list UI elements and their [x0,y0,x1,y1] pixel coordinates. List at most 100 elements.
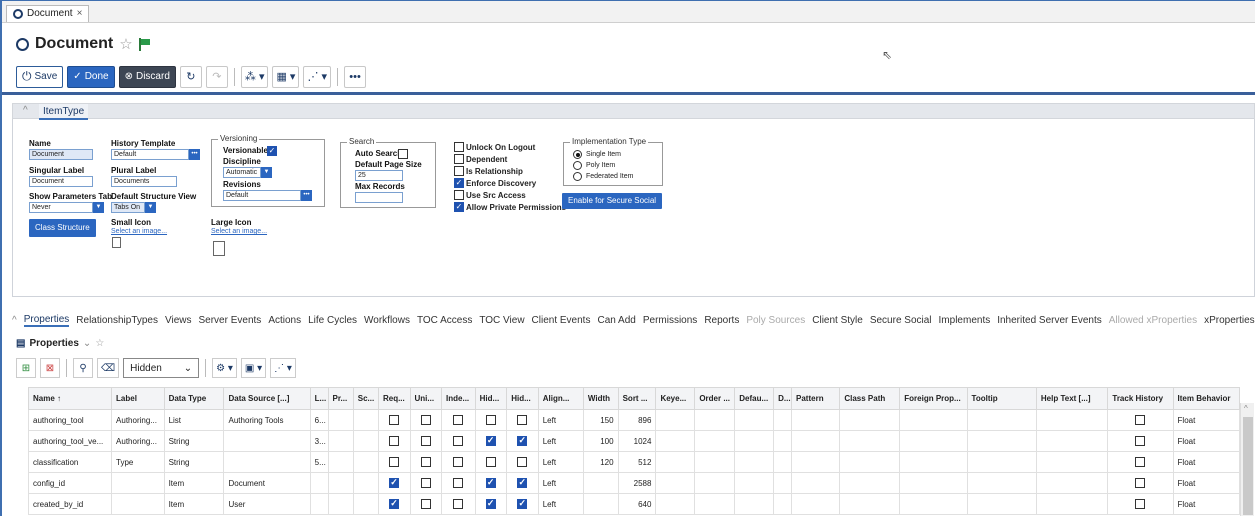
collapse-icon[interactable]: ^ [12,315,17,326]
table-cell[interactable] [352,472,379,494]
unlock-on-logout-checkbox[interactable] [454,142,464,152]
tab-1[interactable]: RelationshipTypes [76,315,158,326]
column-header[interactable]: Hid... [474,387,508,410]
table-cell[interactable]: String [163,451,225,473]
plural-label-field[interactable]: Documents [111,176,177,187]
chevron-down-icon[interactable]: ⌄ [83,338,91,349]
column-header[interactable]: Sort ... [617,387,657,410]
table-cell[interactable] [839,451,901,473]
table-cell[interactable] [773,493,793,515]
hid2-checkbox[interactable] [517,477,528,488]
track-checkbox[interactable] [1135,415,1146,425]
table-cell[interactable] [655,430,696,452]
table-cell[interactable]: Left [537,472,584,494]
tab-itemtype[interactable]: ItemType [39,104,89,120]
single-item-radio[interactable] [573,150,582,159]
table-cell[interactable] [694,451,736,473]
share-menu-icon[interactable]: ⋰ ▾ [303,65,332,88]
dependent-checkbox[interactable] [454,154,464,164]
table-cell[interactable] [327,430,354,452]
hid2-checkbox[interactable] [517,435,528,446]
enable-secure-social-button[interactable]: Enable for Secure Social [562,193,663,209]
tab-14[interactable]: Client Style [812,315,863,326]
redo-icon[interactable]: ↷ [205,65,228,88]
table-cell[interactable] [1035,430,1109,452]
table-cell[interactable]: authoring_tool [27,409,113,431]
table-cell[interactable]: 100 [582,430,619,452]
uni-checkbox[interactable] [420,499,431,509]
table-cell[interactable] [694,472,736,494]
table-cell[interactable] [327,493,354,515]
tab-11[interactable]: Permissions [643,315,697,326]
req-checkbox[interactable] [389,436,400,446]
table-cell[interactable]: 640 [617,493,657,515]
table-cell[interactable] [839,430,901,452]
column-header[interactable]: Req... [377,387,411,410]
table-cell[interactable]: Float [1172,451,1241,473]
uni-checkbox[interactable] [420,436,431,446]
revisions-field[interactable]: Default [223,190,301,201]
table-cell[interactable]: created_by_id [27,493,113,515]
table-cell[interactable]: 3... [309,430,329,452]
table-cell[interactable] [899,493,968,515]
tab-16[interactable]: Implements [939,315,991,326]
column-header[interactable]: Pattern [791,387,841,410]
table-row[interactable]: authoring_tool Authoring... List Authoring … [27,409,1241,431]
table-cell[interactable]: User [223,493,311,515]
table-cell[interactable] [111,493,165,515]
scroll-up-icon[interactable]: ^ [1244,404,1248,413]
table-cell[interactable] [791,493,841,515]
flag-icon[interactable] [138,37,150,51]
column-header[interactable]: D... [773,387,793,410]
req-checkbox[interactable] [389,457,400,467]
table-cell[interactable]: 6... [309,409,329,431]
table-cell[interactable]: Document [223,472,311,494]
table-cell[interactable] [966,472,1037,494]
ellipsis-icon[interactable]: ••• [189,149,200,160]
req-checkbox[interactable] [389,498,400,509]
enforce-discovery-checkbox[interactable]: ✓ [454,178,464,188]
column-header[interactable]: Order ... [694,387,736,410]
table-cell[interactable]: Float [1172,493,1241,515]
table-cell[interactable]: config_id [27,472,113,494]
tab-4[interactable]: Actions [268,315,301,326]
table-cell[interactable] [111,472,165,494]
add-row-icon[interactable]: ⊞ [16,358,36,378]
table-cell[interactable] [839,493,901,515]
table-cell[interactable]: 1024 [617,430,657,452]
table-cell[interactable] [791,451,841,473]
table-cell[interactable] [1035,472,1109,494]
hid1-checkbox[interactable] [485,415,496,425]
use-src-access-checkbox[interactable] [454,190,464,200]
table-cell[interactable]: Left [537,451,584,473]
scrollbar-thumb[interactable] [1243,417,1253,515]
hid1-checkbox[interactable] [485,457,496,467]
class-structure-button[interactable]: Class Structure [29,219,96,237]
hid2-checkbox[interactable] [517,457,528,467]
allow-private-permissions-checkbox[interactable]: ✓ [454,202,464,212]
table-cell[interactable] [899,451,968,473]
small-icon-select-link[interactable]: Select an image... [111,228,167,235]
delete-row-icon[interactable]: ⊠ [40,358,60,378]
uni-checkbox[interactable] [420,457,431,467]
table-cell[interactable] [327,451,354,473]
tab-12[interactable]: Reports [704,315,739,326]
table-cell[interactable] [791,472,841,494]
table-cell[interactable] [734,409,775,431]
table-cell[interactable]: 896 [617,409,657,431]
table-cell[interactable]: Authoring... [111,430,165,452]
table-cell[interactable] [734,493,775,515]
table-cell[interactable] [352,409,379,431]
table-row[interactable]: authoring_tool_ve... Authoring... String 3.… [27,430,1241,452]
table-cell[interactable] [655,493,696,515]
table-cell[interactable] [327,472,354,494]
max-records-field[interactable] [355,192,403,203]
table-cell[interactable] [352,430,379,452]
discipline-select[interactable]: Automatic [223,167,261,178]
track-checkbox[interactable] [1135,478,1146,488]
versionable-checkbox[interactable]: ✓ [267,146,277,156]
hid2-checkbox[interactable] [517,498,528,509]
singular-label-field[interactable]: Document [29,176,93,187]
table-cell[interactable] [694,493,736,515]
table-cell[interactable] [791,409,841,431]
